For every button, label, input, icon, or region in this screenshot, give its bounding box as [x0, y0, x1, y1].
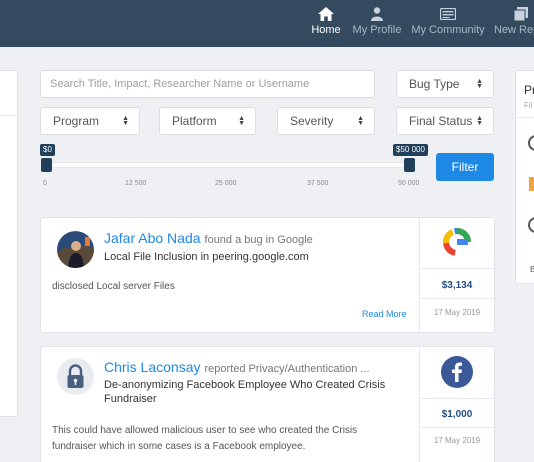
final-status-select[interactable]: Final Status ▲ ▼ — [396, 107, 494, 135]
researcher-name-row: Jafar Abo Nada found a bug in Google — [104, 230, 313, 246]
slider-min-handle[interactable] — [41, 158, 52, 172]
slider-tick-label: 12 500 — [125, 180, 147, 187]
sort-caret-icon: ▲ ▼ — [238, 115, 245, 127]
google-logo-icon[interactable] — [441, 226, 473, 258]
community-icon — [440, 6, 456, 22]
report-action-text: reported Privacy/Authentication ... — [204, 363, 370, 375]
meta-divider — [420, 298, 494, 299]
search-input[interactable] — [40, 70, 375, 98]
sort-caret-icon: ▲ ▼ — [357, 115, 364, 127]
top-nav: Home My Profile My Community New Rep — [0, 0, 534, 47]
sort-caret-icon: ▲ ▼ — [476, 115, 483, 127]
right-panel: Pr Fil B — [515, 70, 534, 284]
slider-min-value: $0 — [40, 144, 55, 156]
meta-divider — [420, 398, 494, 399]
report-description: This could have allowed malicious user t… — [52, 425, 358, 452]
report-date: 17 May 2019 — [433, 436, 481, 445]
nav-my-community[interactable]: My Community — [411, 6, 485, 42]
report-title[interactable]: De-anonymizing Facebook Employee Who Cre… — [104, 378, 404, 406]
new-report-icon — [514, 6, 528, 22]
right-panel-divider — [516, 117, 534, 118]
anonymous-lock-avatar[interactable] — [57, 358, 94, 395]
slider-max-value: $50 000 — [393, 144, 428, 156]
read-more-link[interactable]: Read More — [362, 309, 407, 319]
left-panel-divider — [0, 115, 17, 116]
report-title[interactable]: Local File Inclusion in peering.google.c… — [104, 250, 394, 264]
report-card: Jafar Abo Nada found a bug in Google Loca… — [40, 217, 495, 333]
meta-divider — [420, 268, 494, 269]
severity-label: Severity — [290, 114, 334, 128]
nav-home-label: Home — [311, 24, 341, 36]
sort-caret-icon: ▲ ▼ — [476, 78, 483, 90]
program-select[interactable]: Program ▲ ▼ — [40, 107, 140, 135]
sort-caret-icon: ▲ ▼ — [122, 115, 129, 127]
bounty-amount: $1,000 — [441, 409, 473, 420]
severity-select[interactable]: Severity ▲ ▼ — [277, 107, 375, 135]
report-card-meta: $1,000 17 May 2019 — [419, 347, 494, 462]
home-icon — [318, 6, 334, 22]
report-date: 17 May 2019 — [433, 308, 481, 317]
nav-new-report-label: New Rep — [494, 24, 534, 36]
researcher-name-link[interactable]: Jafar Abo Nada — [104, 230, 201, 246]
bug-type-label: Bug Type — [409, 77, 460, 91]
report-description: disclosed Local server Files — [52, 281, 175, 292]
slider-max-handle[interactable] — [404, 158, 415, 172]
report-action-text: found a bug in Google — [204, 234, 313, 246]
right-panel-arc-icon — [528, 135, 534, 151]
right-panel-subtitle: Fil — [524, 101, 533, 110]
meta-divider — [420, 427, 494, 428]
bounty-range-slider[interactable] — [46, 162, 412, 168]
user-icon — [371, 6, 383, 22]
slider-tick-label: 50 000 — [398, 180, 420, 187]
nav-my-profile-label: My Profile — [352, 24, 402, 36]
report-card-meta: $3,134 17 May 2019 — [419, 218, 494, 332]
bug-type-select[interactable]: Bug Type ▲ ▼ — [396, 70, 494, 98]
program-label: Program — [53, 114, 100, 128]
nav-my-community-label: My Community — [411, 24, 485, 36]
final-status-label: Final Status — [409, 114, 473, 128]
slider-tick-label: 37 500 — [307, 180, 329, 187]
report-card: Chris Laconsay reported Privacy/Authentic… — [40, 346, 495, 462]
nav-my-profile[interactable]: My Profile — [352, 6, 402, 42]
right-panel-square-icon — [529, 177, 534, 191]
researcher-name-row: Chris Laconsay reported Privacy/Authentic… — [104, 359, 370, 375]
researcher-name-link[interactable]: Chris Laconsay — [104, 359, 201, 375]
platform-select[interactable]: Platform ▲ ▼ — [159, 107, 256, 135]
filter-button[interactable]: Filter — [436, 153, 494, 181]
slider-selected-range — [46, 162, 412, 168]
nav-home[interactable]: Home — [310, 6, 342, 42]
slider-tick-label: 0 — [43, 180, 47, 187]
right-panel-footer: B — [530, 265, 534, 274]
right-panel-title: Pr — [524, 83, 534, 97]
platform-label: Platform — [172, 114, 217, 128]
slider-tick-label: 25 000 — [215, 180, 237, 187]
bounty-amount: $3,134 — [441, 280, 473, 291]
facebook-logo-icon[interactable] — [441, 356, 473, 388]
researcher-avatar[interactable] — [57, 231, 94, 268]
right-panel-arc-icon — [528, 217, 534, 233]
left-panel — [0, 70, 18, 417]
nav-new-report[interactable]: New Rep — [494, 6, 534, 42]
